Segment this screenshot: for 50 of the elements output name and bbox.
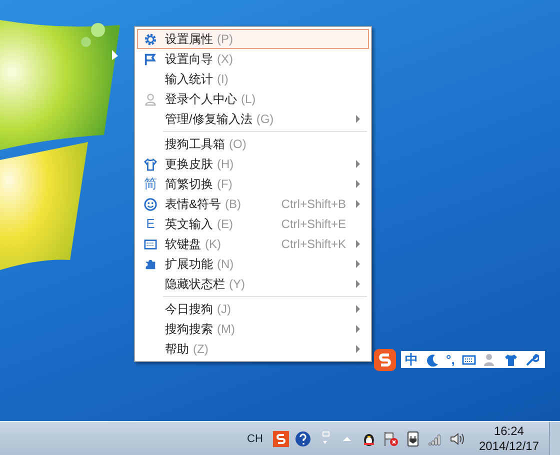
flag-error-icon[interactable] bbox=[382, 430, 399, 446]
person-icon bbox=[144, 92, 157, 106]
gear-icon bbox=[144, 32, 157, 46]
menu-item[interactable]: 更换皮肤 (H) bbox=[137, 154, 369, 174]
menu-item[interactable]: 隐藏状态栏 (Y) bbox=[137, 274, 369, 294]
submenu-arrow-icon bbox=[356, 180, 360, 188]
glyph-icon: 简 bbox=[144, 177, 157, 191]
clock-date[interactable]: 2014/12/17 bbox=[478, 438, 539, 454]
menu-item[interactable]: 设置向导 (X) bbox=[137, 49, 369, 69]
input-mode-toggle[interactable]: 中 bbox=[405, 350, 418, 368]
keyboard-icon[interactable] bbox=[462, 352, 476, 366]
glyph-icon: E bbox=[144, 217, 157, 231]
menu-item[interactable]: 设置属性 (P) bbox=[137, 29, 369, 49]
punctuation-toggle[interactable]: °, bbox=[446, 352, 455, 367]
menu-item[interactable]: 输入统计 (I) bbox=[137, 69, 369, 89]
submenu-arrow-icon bbox=[356, 115, 360, 123]
power-plug-icon[interactable] bbox=[404, 430, 421, 446]
submenu-arrow-icon bbox=[356, 260, 360, 268]
moon-icon[interactable] bbox=[425, 352, 439, 366]
menu-item[interactable]: 管理/修复输入法 (G) bbox=[137, 109, 369, 129]
shirt-icon bbox=[144, 158, 157, 170]
wrench-icon[interactable] bbox=[524, 352, 539, 366]
submenu-arrow-icon bbox=[356, 240, 360, 248]
menu-item[interactable]: 帮助 (Z) bbox=[137, 339, 369, 359]
menu-item[interactable]: 简 简繁切换 (F) bbox=[137, 174, 369, 194]
ime-logo-icon[interactable] bbox=[272, 430, 289, 446]
flag-icon bbox=[144, 52, 157, 66]
menu-item[interactable]: E 英文输入 (E) Ctrl+Shift+E bbox=[137, 214, 369, 234]
speaker-icon[interactable] bbox=[448, 430, 465, 446]
shirt-icon[interactable] bbox=[504, 352, 518, 366]
puzzle-icon bbox=[144, 258, 157, 270]
help-icon[interactable] bbox=[294, 430, 311, 446]
menu-item[interactable]: 表情&符号 (B) Ctrl+Shift+B bbox=[137, 194, 369, 214]
ime-logo-icon[interactable] bbox=[374, 348, 396, 370]
clock-time[interactable]: 16:24 bbox=[494, 424, 524, 438]
submenu-arrow-icon bbox=[356, 325, 360, 333]
keyboard-icon bbox=[144, 238, 157, 250]
submenu-arrow-icon bbox=[356, 160, 360, 168]
menu-item[interactable]: 扩展功能 (N) bbox=[137, 254, 369, 274]
menu-item[interactable]: 搜狗搜索 (M) bbox=[137, 319, 369, 339]
menu-item[interactable]: 登录个人中心 (L) bbox=[137, 89, 369, 109]
submenu-arrow-icon bbox=[356, 305, 360, 313]
submenu-arrow-icon bbox=[356, 345, 360, 353]
menu-item[interactable]: 搜狗工具箱 (O) bbox=[137, 134, 369, 154]
smiley-icon bbox=[144, 198, 157, 210]
language-indicator[interactable]: CH bbox=[247, 432, 263, 444]
menu-item[interactable]: 软键盘 (K) Ctrl+Shift+K bbox=[137, 234, 369, 254]
menu-item[interactable]: 今日搜狗 (J) bbox=[137, 299, 369, 319]
submenu-arrow-icon bbox=[356, 200, 360, 208]
submenu-arrow-icon bbox=[356, 280, 360, 288]
